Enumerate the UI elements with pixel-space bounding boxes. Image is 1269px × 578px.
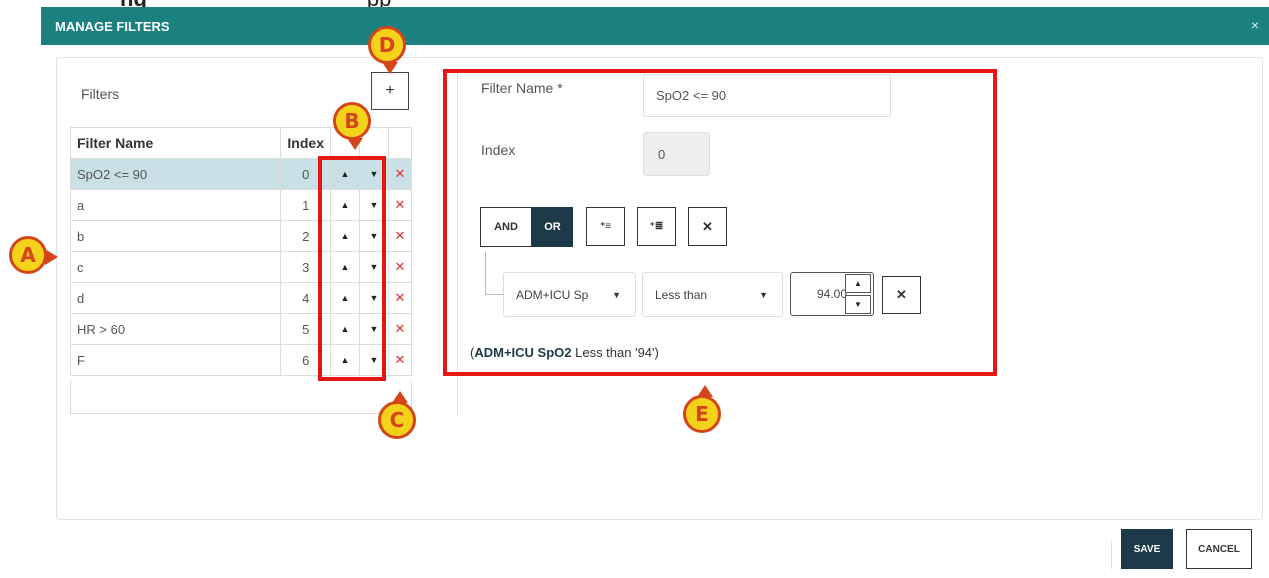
delete-icon[interactable]: ✕	[388, 158, 412, 190]
callout-d-marker: D	[368, 26, 406, 74]
callout-b-marker: B	[333, 102, 371, 150]
filter-name-cell: SpO2 <= 90	[69, 158, 282, 190]
filter-name-cell: c	[69, 251, 282, 283]
callout-a-marker: A	[9, 236, 58, 274]
column-header-filter-name[interactable]: Filter Name	[69, 127, 282, 159]
delete-icon[interactable]: ✕	[388, 220, 412, 252]
dialog-header: MANAGE FILTERS ×	[41, 7, 1269, 45]
delete-icon[interactable]: ✕	[388, 313, 412, 345]
filter-name-cell: b	[69, 220, 282, 252]
callout-e-highlight	[443, 69, 997, 376]
delete-icon[interactable]: ✕	[388, 251, 412, 283]
cancel-button[interactable]: CANCEL	[1186, 529, 1252, 569]
save-button[interactable]: SAVE	[1121, 529, 1173, 569]
close-icon[interactable]: ×	[1251, 17, 1259, 33]
delete-icon[interactable]: ✕	[388, 189, 412, 221]
delete-icon[interactable]: ✕	[388, 344, 412, 376]
delete-icon[interactable]: ✕	[388, 282, 412, 314]
dialog-title: MANAGE FILTERS	[55, 19, 170, 34]
filter-name-cell: F	[69, 344, 282, 376]
callout-e-marker: E	[683, 385, 721, 433]
filters-label: Filters	[81, 86, 120, 102]
filter-name-cell: HR > 60	[69, 313, 282, 345]
callout-b-highlight	[318, 156, 386, 381]
column-header-index[interactable]: Index	[280, 127, 331, 159]
callout-c-marker: C	[378, 391, 416, 439]
footer-divider	[1111, 541, 1112, 569]
filter-name-cell: a	[69, 189, 282, 221]
filter-name-cell: d	[69, 282, 282, 314]
table-empty-area	[70, 381, 412, 414]
add-filter-button[interactable]: +	[371, 72, 409, 110]
column-header-delete	[388, 127, 412, 159]
